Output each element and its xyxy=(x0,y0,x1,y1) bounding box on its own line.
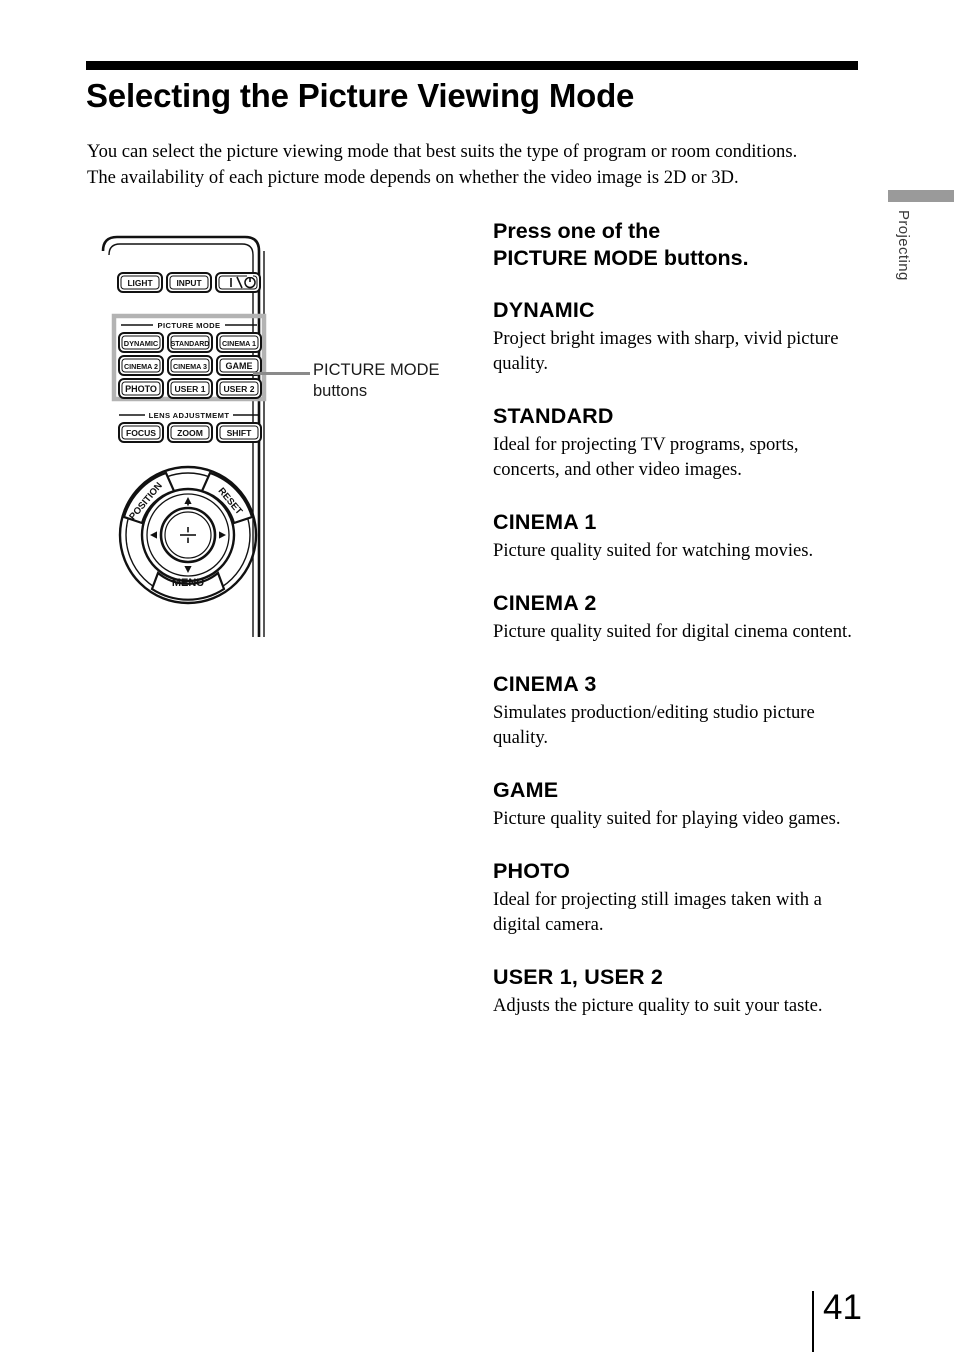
mode-name: CINEMA 2 xyxy=(493,591,597,615)
svg-text:CINEMA 1: CINEMA 1 xyxy=(222,339,256,348)
instruction-heading: Press one of the PICTURE MODE buttons. xyxy=(493,218,861,272)
title-divider-rule xyxy=(86,61,858,70)
svg-text:LIGHT: LIGHT xyxy=(127,278,153,288)
mode-name: PHOTO xyxy=(493,859,571,883)
mode-entry-dynamic: DYNAMIC Project bright images with sharp… xyxy=(493,297,861,376)
document-page: Selecting the Picture Viewing Mode You c… xyxy=(0,0,954,1352)
mode-description: Simulates production/editing studio pict… xyxy=(493,702,815,748)
mode-name: GAME xyxy=(493,778,559,802)
svg-text:SHIFT: SHIFT xyxy=(227,428,253,438)
picture-mode-descriptions: Press one of the PICTURE MODE buttons. D… xyxy=(493,218,861,1018)
mode-entry-standard: STANDARD Ideal for projecting TV program… xyxy=(493,403,861,482)
mode-name: CINEMA 1 xyxy=(493,510,597,534)
mode-description: Picture quality suited for watching movi… xyxy=(493,540,814,561)
svg-text:USER 2: USER 2 xyxy=(223,384,254,394)
callout-label-line-2: buttons xyxy=(313,382,368,400)
section-tab-label: Projecting xyxy=(895,210,912,281)
svg-text:FOCUS: FOCUS xyxy=(126,428,156,438)
mode-entry-cinema-3: CINEMA 3 Simulates production/editing st… xyxy=(493,671,861,750)
intro-line-1: You can select the picture viewing mode … xyxy=(87,141,798,162)
svg-text:PHOTO: PHOTO xyxy=(125,384,157,394)
callout-leader-line xyxy=(253,372,310,375)
mode-description: Ideal for projecting still images taken … xyxy=(493,889,822,935)
svg-text:LENS ADJUSTMEMT: LENS ADJUSTMEMT xyxy=(149,411,230,420)
section-tab-bar xyxy=(888,190,954,202)
svg-text:CINEMA 3: CINEMA 3 xyxy=(173,362,207,371)
svg-text:MENU: MENU xyxy=(172,577,204,589)
page-number: 41 xyxy=(823,1288,862,1327)
mode-name: CINEMA 3 xyxy=(493,672,597,696)
page-title: Selecting the Picture Viewing Mode xyxy=(86,77,635,114)
instruction-line-2: PICTURE MODE buttons. xyxy=(493,246,749,270)
mode-entry-user: USER 1, USER 2 Adjusts the picture quali… xyxy=(493,964,861,1018)
svg-text:USER 1: USER 1 xyxy=(174,384,205,394)
mode-entry-photo: PHOTO Ideal for projecting still images … xyxy=(493,858,861,937)
instruction-line-1: Press one of the xyxy=(493,219,661,243)
svg-text:PICTURE MODE: PICTURE MODE xyxy=(157,321,220,330)
mode-name: STANDARD xyxy=(493,404,614,428)
mode-entry-game: GAME Picture quality suited for playing … xyxy=(493,777,861,831)
mode-description: Adjusts the picture quality to suit your… xyxy=(493,995,823,1016)
mode-name: USER 1, USER 2 xyxy=(493,965,664,989)
mode-name: DYNAMIC xyxy=(493,298,595,322)
intro-paragraph: You can select the picture viewing mode … xyxy=(87,139,852,190)
page-number-rule xyxy=(812,1291,814,1352)
callout-label-line-1: PICTURE MODE xyxy=(313,361,440,379)
mode-description: Ideal for projecting TV programs, sports… xyxy=(493,434,799,480)
svg-text:INPUT: INPUT xyxy=(176,278,202,288)
remote-control-illustration: .body-o { fill:none; stroke:#111; stroke… xyxy=(97,233,267,637)
mode-description: Picture quality suited for playing video… xyxy=(493,808,841,829)
mode-description: Picture quality suited for digital cinem… xyxy=(493,621,852,642)
mode-entry-cinema-1: CINEMA 1 Picture quality suited for watc… xyxy=(493,509,861,563)
intro-line-2: The availability of each picture mode de… xyxy=(87,166,739,188)
mode-entry-cinema-2: CINEMA 2 Picture quality suited for digi… xyxy=(493,590,861,644)
svg-text:ZOOM: ZOOM xyxy=(177,428,203,438)
svg-text:GAME: GAME xyxy=(226,361,253,371)
mode-description: Project bright images with sharp, vivid … xyxy=(493,328,839,374)
svg-text:STANDARD: STANDARD xyxy=(171,341,210,348)
svg-text:CINEMA 2: CINEMA 2 xyxy=(124,362,158,371)
svg-text:DYNAMIC: DYNAMIC xyxy=(124,339,159,348)
callout-label: PICTURE MODE buttons xyxy=(313,360,513,402)
